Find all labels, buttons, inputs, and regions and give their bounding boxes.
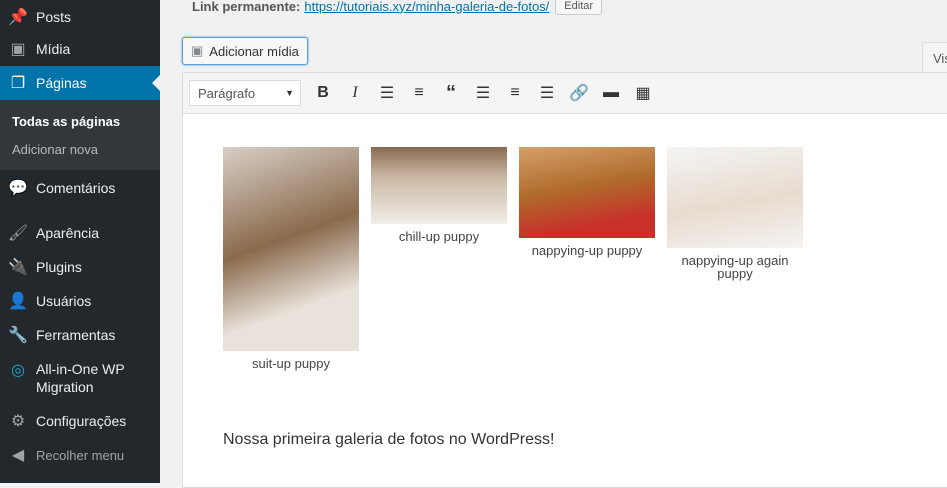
menu-appearance[interactable]: 🖌 Aparência — [0, 216, 160, 250]
editor[interactable]: Parágrafo B I ☰ ≡ “ ☰ ≡ ☰ 🔗 ▬ ▦ suit-up … — [182, 72, 947, 488]
read-more-icon[interactable]: ▬ — [595, 84, 627, 102]
gallery-caption: suit-up puppy — [251, 356, 331, 371]
pages-submenu: Todas as páginas Adicionar nova — [0, 100, 160, 170]
paragraph-text[interactable]: Nossa primeira galeria de fotos no WordP… — [223, 431, 554, 449]
gallery-image — [667, 147, 803, 248]
gallery-item[interactable]: nappying-up puppy — [519, 147, 655, 257]
brush-icon: 🖌 — [7, 225, 29, 242]
permalink-label: Link permanente: — [192, 0, 301, 14]
gallery-item[interactable]: chill-up puppy — [371, 147, 507, 243]
gallery-item[interactable]: suit-up puppy — [223, 147, 359, 370]
main-content: Link permanente: https://tutoriais.xyz/m… — [160, 0, 947, 488]
menu-posts[interactable]: 📌 Posts — [0, 0, 160, 34]
add-media-button[interactable]: ▣ Adicionar mídia — [182, 37, 308, 65]
italic-icon[interactable]: I — [339, 84, 371, 102]
submenu-all-pages[interactable]: Todas as páginas — [12, 114, 120, 129]
menu-plugins[interactable]: 🔌 Plugins — [0, 250, 160, 284]
media-icon: ▣ — [10, 41, 26, 58]
editor-toolbar: Parágrafo B I ☰ ≡ “ ☰ ≡ ☰ 🔗 ▬ ▦ — [183, 73, 947, 114]
menu-settings[interactable]: ⚙ Configurações — [0, 404, 160, 438]
permalink-row: Link permanente: https://tutoriais.xyz/m… — [192, 0, 603, 15]
collapse-menu-button[interactable]: ◀ Recolher menu — [0, 438, 160, 472]
gallery-caption: chill-up puppy — [398, 229, 480, 244]
align-left-icon[interactable]: ☰ — [467, 83, 499, 103]
gallery-image — [371, 147, 507, 224]
numbered-list-icon[interactable]: ≡ — [403, 84, 435, 102]
pages-icon: ❐ — [10, 75, 26, 92]
edit-permalink-button[interactable]: Editar — [555, 0, 603, 15]
permalink-link[interactable]: https://tutoriais.xyz/minha-galeria-de-f… — [304, 0, 549, 14]
pin-icon: 📌 — [8, 9, 28, 26]
menu-users[interactable]: 👤 Usuários — [0, 284, 160, 318]
comment-icon: 💬 — [8, 180, 28, 197]
align-right-icon[interactable]: ☰ — [531, 83, 563, 103]
plug-icon: 🔌 — [8, 259, 28, 276]
gallery-item[interactable]: nappying-up again puppy — [667, 147, 803, 280]
bold-icon[interactable]: B — [307, 84, 339, 102]
menu-tools[interactable]: 🔧 Ferramentas — [0, 318, 160, 352]
collapse-icon: ◀ — [11, 447, 25, 464]
gallery-image — [223, 147, 359, 351]
gallery-image — [519, 147, 655, 238]
media-icon: ▣ — [191, 43, 204, 58]
toolbar-toggle-icon[interactable]: ▦ — [627, 83, 659, 103]
link-icon[interactable]: 🔗 — [563, 83, 595, 103]
submenu-add-new[interactable]: Adicionar nova — [12, 142, 98, 157]
migration-icon: ◎ — [11, 362, 25, 379]
menu-comments[interactable]: 💬 Comentários — [0, 171, 160, 205]
menu-media[interactable]: ▣ Mídia — [0, 32, 160, 66]
user-icon: 👤 — [8, 293, 28, 310]
format-select[interactable]: Parágrafo — [189, 80, 301, 106]
bullet-list-icon[interactable]: ☰ — [371, 83, 403, 103]
blockquote-icon[interactable]: “ — [435, 82, 467, 105]
gallery-caption: nappying-up puppy — [531, 243, 643, 258]
align-center-icon[interactable]: ≡ — [499, 84, 531, 102]
menu-pages[interactable]: ❐ Páginas — [0, 66, 160, 100]
admin-sidebar: 📌 Posts ▣ Mídia ❐ Páginas Todas as páginas … — [0, 0, 160, 483]
tab-visual[interactable]: Vis — [922, 42, 947, 72]
menu-migration[interactable]: ◎ All-in-One WP Migration — [0, 360, 160, 400]
wrench-icon: 🔧 — [8, 327, 28, 344]
settings-icon: ⚙ — [10, 413, 26, 430]
gallery-caption: nappying-up again puppy — [681, 253, 789, 281]
